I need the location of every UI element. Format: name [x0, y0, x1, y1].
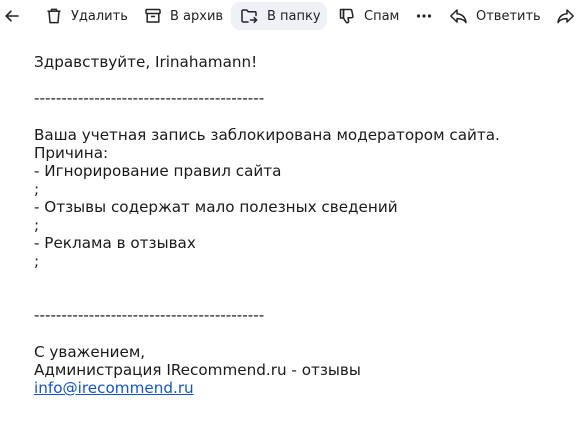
- thumbs-down-icon: [338, 7, 356, 25]
- body-line-reason-heading: Причина:: [34, 144, 109, 162]
- reason-item: - Игнорирование правил сайта: [34, 162, 282, 180]
- closing: С уважением,: [34, 343, 146, 361]
- greeting: Здравствуйте, Irinahamann!: [34, 53, 258, 71]
- signature: Администрация IRecommend.ru - отзывы: [34, 361, 361, 379]
- message-body: Здравствуйте, Irinahamann! -------------…: [34, 53, 574, 397]
- email-link[interactable]: info@irecommend.ru: [34, 379, 194, 397]
- spam-label: Спам: [364, 8, 400, 24]
- spam-button[interactable]: Спам: [338, 2, 399, 30]
- body-line-blocked: Ваша учетная запись заблокирована модера…: [34, 126, 500, 144]
- reply-arrow-icon: [449, 7, 468, 25]
- reply-button[interactable]: Ответить: [449, 2, 541, 30]
- forward-arrow-icon: [556, 7, 575, 25]
- forward-button[interactable]: [556, 2, 575, 30]
- archive-label: В архив: [170, 8, 224, 24]
- more-dots-icon: [416, 13, 432, 19]
- reason-item-end: ;: [34, 180, 40, 198]
- message-toolbar: Удалить В архив В папку Спам Ответить: [0, 0, 582, 33]
- reason-item-end: ;: [34, 216, 40, 234]
- reason-item: - Реклама в отзывах: [34, 234, 196, 252]
- delete-button[interactable]: Удалить: [45, 2, 128, 30]
- delete-label: Удалить: [71, 8, 128, 24]
- separator-bottom: ----------------------------------------…: [34, 306, 265, 324]
- archive-box-icon: [144, 7, 162, 25]
- arrow-left-icon: [4, 8, 20, 24]
- move-to-folder-icon: [240, 7, 259, 25]
- reason-item-end: ;: [34, 252, 40, 270]
- back-button[interactable]: [4, 2, 24, 30]
- reason-item: - Отзывы содержат мало полезных сведений: [34, 198, 398, 216]
- more-button[interactable]: [414, 2, 434, 30]
- trash-icon: [45, 7, 63, 25]
- move-to-folder-label: В папку: [267, 8, 321, 24]
- reply-label: Ответить: [476, 8, 541, 24]
- separator-top: ----------------------------------------…: [34, 89, 265, 107]
- archive-button[interactable]: В архив: [144, 2, 223, 30]
- move-to-folder-button[interactable]: В папку: [231, 2, 327, 30]
